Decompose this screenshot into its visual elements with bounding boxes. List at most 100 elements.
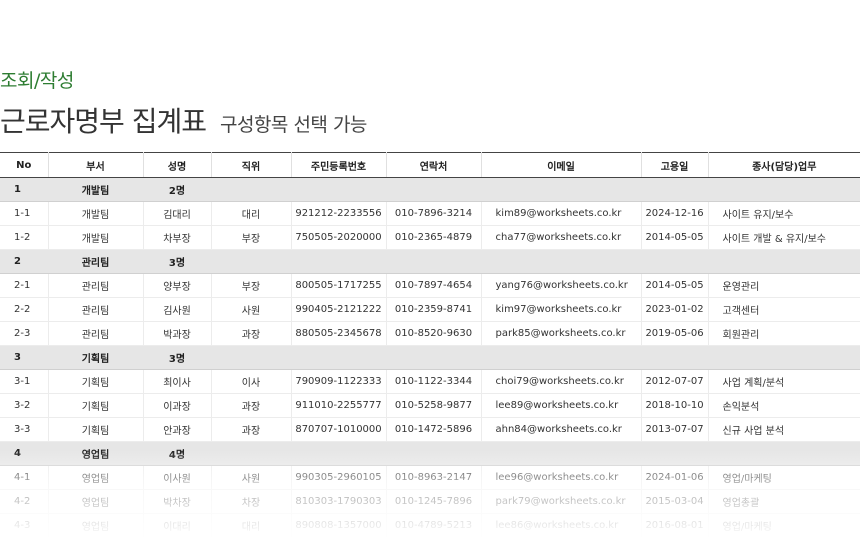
group-filler bbox=[211, 177, 860, 202]
column-header-email[interactable]: 이메일 bbox=[481, 152, 642, 178]
cell-email: park85@worksheets.co.kr bbox=[481, 321, 642, 346]
table-row[interactable]: 4-2 영업팀 박차장 차장 810303-1790303 010-1245-7896 pa… bbox=[0, 489, 860, 514]
cell-hire-date: 2018-10-10 bbox=[641, 393, 709, 418]
column-header-no[interactable]: No bbox=[0, 152, 49, 178]
cell-hire-date: 2024-12-16 bbox=[641, 201, 709, 226]
cell-duty: 운영관리 bbox=[708, 273, 860, 298]
column-header-duty[interactable]: 종사(담당)업무 bbox=[708, 152, 860, 178]
cell-no: 1-2 bbox=[0, 225, 49, 250]
column-header-name[interactable]: 성명 bbox=[143, 152, 212, 178]
cell-name: 이사원 bbox=[143, 465, 212, 490]
cell-phone: 010-1245-7896 bbox=[386, 489, 482, 514]
cell-duty: 고객센터 bbox=[708, 297, 860, 322]
group-count: 4명 bbox=[143, 441, 211, 466]
column-header-resident-id[interactable]: 주민등록번호 bbox=[291, 152, 387, 178]
cell-dept: 영업팀 bbox=[48, 513, 144, 538]
group-no: 3 bbox=[0, 345, 48, 370]
cell-position: 대리 bbox=[211, 201, 292, 226]
cell-no: 4-1 bbox=[0, 465, 49, 490]
cell-email: park79@worksheets.co.kr bbox=[481, 489, 642, 514]
cell-hire-date: 2012-07-07 bbox=[641, 369, 709, 394]
cell-duty: 사업 계획/분석 bbox=[708, 369, 860, 394]
cell-phone: 010-2359-8741 bbox=[386, 297, 482, 322]
cell-no: 2-3 bbox=[0, 321, 49, 346]
table-row[interactable]: 1-1 개발팀 김대리 대리 921212-2233556 010-7896-3214 ki… bbox=[0, 201, 860, 226]
table-row[interactable]: 1-2 개발팀 차부장 부장 750505-2020000 010-2365-4879 ch… bbox=[0, 225, 860, 250]
table-row[interactable]: 2-2 관리팀 김사원 사원 990405-2121222 010-2359-8741 ki… bbox=[0, 297, 860, 322]
cell-name: 이대리 bbox=[143, 513, 212, 538]
cell-name: 최이사 bbox=[143, 369, 212, 394]
group-row[interactable]: 3 기획팀 3명 bbox=[0, 345, 860, 370]
cell-no: 3-3 bbox=[0, 417, 49, 442]
table-row[interactable]: 4-1 영업팀 이사원 사원 990305-2960105 010-8963-2147 le… bbox=[0, 465, 860, 490]
cell-no: 4-2 bbox=[0, 489, 49, 514]
group-dept: 기획팀 bbox=[48, 345, 143, 370]
cell-email: kim89@worksheets.co.kr bbox=[481, 201, 642, 226]
cell-resident-id: 750505-2020000 bbox=[291, 225, 387, 250]
cell-email: lee89@worksheets.co.kr bbox=[481, 393, 642, 418]
table-row[interactable]: 2-1 관리팀 양부장 부장 800505-1717255 010-7897-4654 ya… bbox=[0, 273, 860, 298]
cell-email: lee86@worksheets.co.kr bbox=[481, 513, 642, 538]
group-filler bbox=[211, 249, 860, 274]
table-row[interactable]: 3-1 기획팀 최이사 이사 790909-1122333 010-1122-3344 ch… bbox=[0, 369, 860, 394]
column-header-hire-date[interactable]: 고용일 bbox=[641, 152, 709, 178]
cell-hire-date: 2016-08-01 bbox=[641, 513, 709, 538]
cell-resident-id: 921212-2233556 bbox=[291, 201, 387, 226]
table-row[interactable]: 3-3 기획팀 안과장 과장 870707-1010000 010-1472-5896 ah… bbox=[0, 417, 860, 442]
cell-hire-date: 2013-07-07 bbox=[641, 417, 709, 442]
cell-name: 김사원 bbox=[143, 297, 212, 322]
cell-position: 사원 bbox=[211, 297, 292, 322]
cell-position: 과장 bbox=[211, 417, 292, 442]
group-count: 3명 bbox=[143, 345, 211, 370]
cell-dept: 기획팀 bbox=[48, 393, 144, 418]
cell-no: 1-1 bbox=[0, 201, 49, 226]
group-dept: 개발팀 bbox=[48, 177, 143, 202]
cell-name: 양부장 bbox=[143, 273, 212, 298]
cell-dept: 관리팀 bbox=[48, 321, 144, 346]
group-row[interactable]: 2 관리팀 3명 bbox=[0, 249, 860, 274]
breadcrumb: 조회/작성 bbox=[0, 70, 74, 92]
cell-no: 3-1 bbox=[0, 369, 49, 394]
group-row[interactable]: 1 개발팀 2명 bbox=[0, 177, 860, 202]
cell-resident-id: 890808-1357000 bbox=[291, 513, 387, 538]
cell-resident-id: 911010-2255777 bbox=[291, 393, 387, 418]
cell-name: 차부장 bbox=[143, 225, 212, 250]
cell-resident-id: 810303-1790303 bbox=[291, 489, 387, 514]
cell-position: 사원 bbox=[211, 465, 292, 490]
cell-resident-id: 990305-2960105 bbox=[291, 465, 387, 490]
table-row[interactable]: 4-3 영업팀 이대리 대리 890808-1357000 010-4789-5213 le… bbox=[0, 513, 860, 538]
cell-no: 2-1 bbox=[0, 273, 49, 298]
group-no: 2 bbox=[0, 249, 48, 274]
group-dept: 영업팀 bbox=[48, 441, 143, 466]
cell-position: 이사 bbox=[211, 369, 292, 394]
column-header-dept[interactable]: 부서 bbox=[48, 152, 144, 178]
cell-email: lee96@worksheets.co.kr bbox=[481, 465, 642, 490]
cell-position: 과장 bbox=[211, 393, 292, 418]
cell-no: 2-2 bbox=[0, 297, 49, 322]
cell-name: 이과장 bbox=[143, 393, 212, 418]
cell-name: 김대리 bbox=[143, 201, 212, 226]
table-row[interactable]: 3-2 기획팀 이과장 과장 911010-2255777 010-5258-9877 le… bbox=[0, 393, 860, 418]
cell-duty: 영업/마케팅 bbox=[708, 465, 860, 490]
table-body: 1 개발팀 2명 1-1 개발팀 김대리 대리 921212-2233556 010-7896-… bbox=[0, 177, 860, 538]
cell-dept: 영업팀 bbox=[48, 465, 144, 490]
group-filler bbox=[211, 441, 860, 466]
group-count: 3명 bbox=[143, 249, 211, 274]
cell-phone: 010-1472-5896 bbox=[386, 417, 482, 442]
page-title: 근로자명부 집계표 bbox=[0, 105, 207, 138]
cell-dept: 기획팀 bbox=[48, 417, 144, 442]
group-row[interactable]: 4 영업팀 4명 bbox=[0, 441, 860, 466]
cell-duty: 회원관리 bbox=[708, 321, 860, 346]
table-row[interactable]: 2-3 관리팀 박과장 과장 880505-2345678 010-8520-9630 pa… bbox=[0, 321, 860, 346]
cell-email: yang76@worksheets.co.kr bbox=[481, 273, 642, 298]
cell-email: cha77@worksheets.co.kr bbox=[481, 225, 642, 250]
cell-position: 부장 bbox=[211, 273, 292, 298]
cell-phone: 010-4789-5213 bbox=[386, 513, 482, 538]
column-header-phone[interactable]: 연락처 bbox=[386, 152, 482, 178]
cell-name: 안과장 bbox=[143, 417, 212, 442]
title-row: 근로자명부 집계표 구성항목 선택 가능 bbox=[0, 100, 367, 140]
column-header-position[interactable]: 직위 bbox=[211, 152, 292, 178]
cell-phone: 010-7897-4654 bbox=[386, 273, 482, 298]
cell-hire-date: 2014-05-05 bbox=[641, 273, 709, 298]
cell-hire-date: 2014-05-05 bbox=[641, 225, 709, 250]
